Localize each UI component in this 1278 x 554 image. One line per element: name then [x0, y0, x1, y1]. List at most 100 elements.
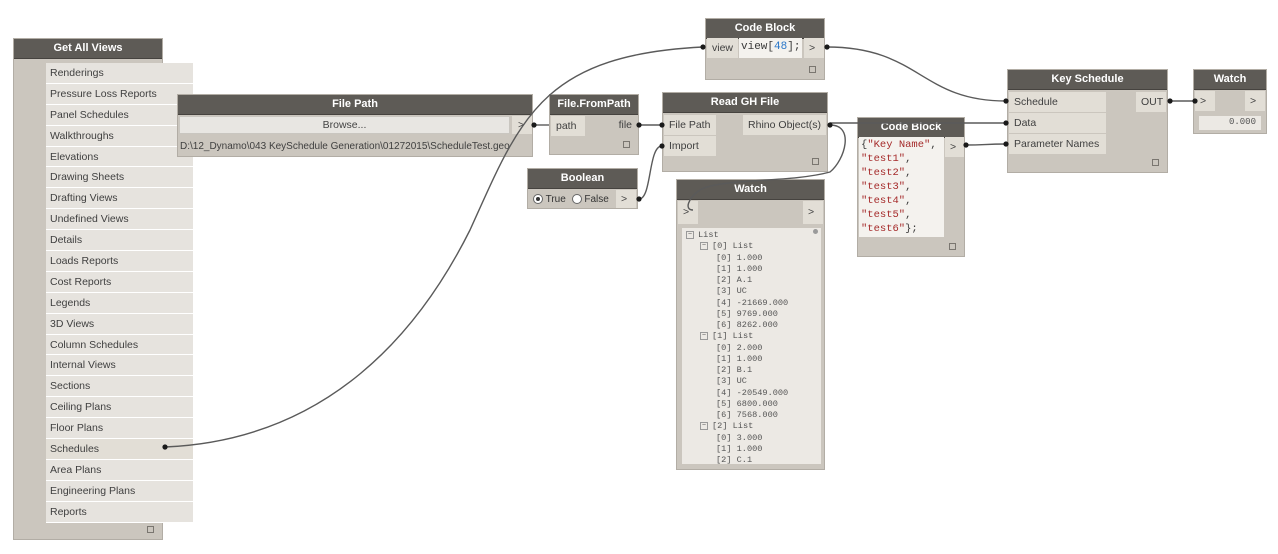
- view-item[interactable]: Pressure Loss Reports: [46, 84, 193, 105]
- code-editor[interactable]: {"Key Name", "test1", "test2", "test3", "tes…: [859, 137, 944, 237]
- view-item[interactable]: Floor Plans: [46, 418, 193, 440]
- output-port[interactable]: >: [616, 190, 636, 208]
- tree-row[interactable]: − [0] List: [700, 241, 753, 251]
- view-item[interactable]: Internal Views: [46, 355, 193, 377]
- resize-grip[interactable]: [809, 66, 816, 73]
- radio-false-icon[interactable]: [571, 194, 582, 205]
- tree-row: [1] 1.000: [716, 354, 762, 364]
- tree-text: [6] 7568.000: [716, 410, 778, 420]
- node-title[interactable]: File.FromPath: [550, 95, 638, 115]
- node-title[interactable]: Code Block: [706, 19, 824, 39]
- input-port[interactable]: >: [1195, 91, 1215, 111]
- views-list[interactable]: Renderings Pressure Loss Reports Panel Sch…: [46, 63, 193, 523]
- output-port-file[interactable]: file: [619, 119, 632, 131]
- view-item[interactable]: 3D Views: [46, 314, 193, 335]
- tree-row: [0] 2.000: [716, 343, 762, 353]
- output-port-rhino-objects[interactable]: Rhino Object(s): [743, 115, 826, 135]
- watch-value: 0.000: [1228, 117, 1256, 127]
- resize-grip[interactable]: [623, 141, 630, 148]
- input-port-file-path[interactable]: File Path: [664, 115, 716, 135]
- boolean-node[interactable]: Boolean True False >: [527, 168, 638, 209]
- node-title[interactable]: Boolean: [528, 169, 637, 189]
- input-port-schedule[interactable]: Schedule: [1009, 92, 1106, 112]
- view-item[interactable]: Undefined Views: [46, 209, 193, 231]
- view-item[interactable]: Schedules: [46, 439, 193, 460]
- get-all-views-node[interactable]: Get All Views Renderings Pressure Loss Re…: [13, 38, 193, 540]
- resize-grip[interactable]: [1152, 159, 1159, 166]
- input-port-path[interactable]: path: [551, 116, 585, 136]
- wire-codeblock-mid-to-params: [965, 143, 1007, 146]
- node-title[interactable]: File Path: [178, 95, 532, 115]
- resize-grip[interactable]: [949, 243, 956, 250]
- code-line: "test3",: [861, 181, 912, 193]
- file-from-path-node[interactable]: File.FromPath path file: [549, 94, 639, 155]
- code-line: "test2",: [861, 167, 912, 179]
- file-path-node[interactable]: File Path Browse... > D:\12_Dynamo\043 K…: [177, 94, 533, 157]
- node-title[interactable]: Key Schedule: [1008, 70, 1167, 90]
- node-title[interactable]: Read GH File: [663, 93, 827, 113]
- read-gh-file-node[interactable]: Read GH File File Path Import Rhino Obje…: [662, 92, 828, 172]
- radio-false-label[interactable]: False: [584, 194, 608, 205]
- node-title[interactable]: Watch: [677, 180, 824, 200]
- view-item[interactable]: Column Schedules: [46, 335, 193, 356]
- input-port-view[interactable]: view: [707, 38, 738, 58]
- view-item[interactable]: Sections: [46, 376, 193, 398]
- tree-row[interactable]: − [2] List: [700, 421, 753, 431]
- tree-text: [0] List: [712, 241, 754, 252]
- view-item[interactable]: Renderings: [46, 63, 193, 84]
- code-block-node[interactable]: Code Block view view[48]; >: [705, 18, 825, 80]
- tree-row[interactable]: − [1] List: [700, 331, 753, 341]
- view-item[interactable]: Drawing Sheets: [46, 167, 193, 189]
- view-item[interactable]: Walkthroughs: [46, 126, 193, 147]
- output-port-out[interactable]: OUT: [1136, 92, 1166, 112]
- view-item[interactable]: Drafting Views: [46, 188, 193, 210]
- code-editor[interactable]: view[48];: [739, 38, 802, 58]
- output-port[interactable]: >: [512, 116, 532, 134]
- node-title[interactable]: Watch: [1194, 70, 1266, 90]
- watch-node[interactable]: Watch > > − List − [0] List [0] 1.000 [1] 1.0…: [676, 179, 825, 470]
- view-item[interactable]: Engineering Plans: [46, 481, 193, 502]
- collapse-icon[interactable]: −: [700, 241, 708, 250]
- watch-tree-view[interactable]: − List − [0] List [0] 1.000 [1] 1.000 [2] A.1[…: [682, 228, 821, 464]
- tree-row: [0] 1.000: [716, 253, 762, 263]
- radio-true-label[interactable]: True: [546, 194, 566, 205]
- view-item[interactable]: Elevations: [46, 147, 193, 168]
- input-port-import[interactable]: Import: [664, 136, 716, 156]
- view-item[interactable]: Loads Reports: [46, 251, 193, 272]
- tree-text: [1] 1.000: [716, 353, 763, 364]
- scroll-indicator[interactable]: [813, 229, 818, 234]
- input-port-data[interactable]: Data: [1009, 113, 1106, 133]
- resize-grip[interactable]: [147, 526, 154, 533]
- key-schedule-node[interactable]: Key Schedule Schedule Data Parameter Nam…: [1007, 69, 1168, 173]
- view-item[interactable]: Reports: [46, 502, 193, 523]
- collapse-icon[interactable]: −: [700, 331, 708, 340]
- tree-row[interactable]: − List: [686, 230, 719, 240]
- boolean-toggle[interactable]: True False: [533, 194, 609, 205]
- tree-text: [1] 1.000: [716, 263, 763, 274]
- collapse-icon[interactable]: −: [686, 230, 694, 239]
- node-title[interactable]: Code Block: [858, 118, 964, 138]
- node-title[interactable]: Get All Views: [14, 39, 162, 59]
- radio-true-icon[interactable]: [533, 194, 543, 205]
- code-block-strings-node[interactable]: Code Block {"Key Name", "test1", "test2", "…: [857, 117, 965, 257]
- tree-text: [1] 1.000: [716, 443, 763, 454]
- browse-button[interactable]: Browse...: [179, 116, 510, 134]
- view-item[interactable]: Panel Schedules: [46, 105, 193, 126]
- input-port[interactable]: >: [678, 201, 698, 224]
- output-port[interactable]: >: [803, 201, 823, 224]
- view-item[interactable]: Ceiling Plans: [46, 397, 193, 419]
- view-item[interactable]: Details: [46, 230, 193, 252]
- tree-row: [3] UC: [716, 286, 747, 296]
- code-line: "test1",: [861, 153, 912, 165]
- collapse-icon[interactable]: −: [700, 421, 708, 430]
- resize-grip[interactable]: [812, 158, 819, 165]
- input-port-parameter-names[interactable]: Parameter Names: [1009, 134, 1106, 154]
- code-suffix: ];: [787, 41, 801, 53]
- view-item[interactable]: Cost Reports: [46, 272, 193, 293]
- output-port[interactable]: >: [1245, 91, 1265, 111]
- output-port[interactable]: >: [804, 38, 824, 58]
- watch-small-node[interactable]: Watch > > 0.000: [1193, 69, 1267, 134]
- view-item[interactable]: Legends: [46, 293, 193, 314]
- output-port[interactable]: >: [945, 137, 964, 157]
- view-item[interactable]: Area Plans: [46, 460, 193, 481]
